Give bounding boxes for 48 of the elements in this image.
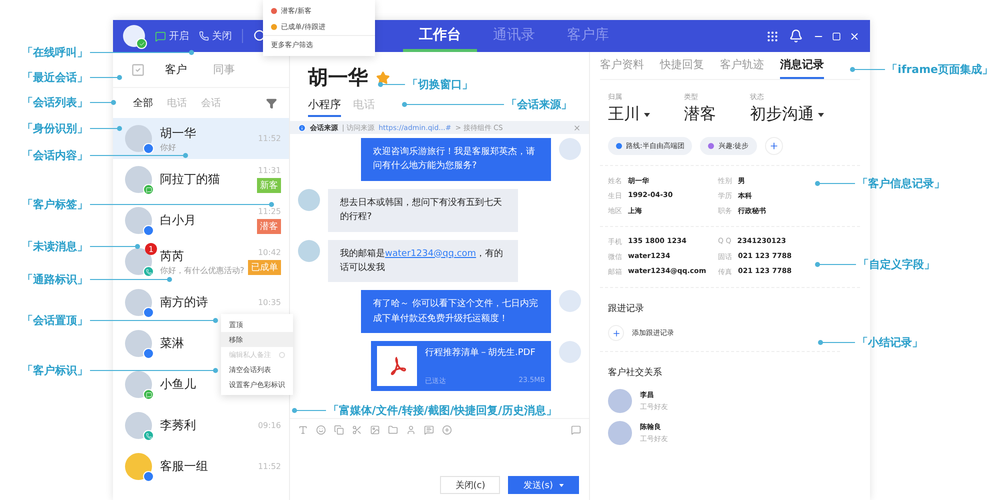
callout-label: 「客户标识」 (22, 363, 88, 378)
message-bubble: 我的邮箱是water1234@qq.com，有的话可以发我 (328, 240, 518, 282)
session-time: 11:31 (258, 166, 281, 175)
callout-label: 「iframe页面集成」 (886, 62, 993, 77)
callout-label: 「最近会话」 (22, 70, 88, 85)
callout-label: 「身份识别」 (22, 121, 88, 136)
callout-label: 「客户标签」 (22, 197, 88, 212)
session-name: 胡一华 (160, 124, 196, 142)
message-bubble: 想去日本或韩国，想问下有没有五到七天的行程? (328, 188, 518, 232)
session-time: 10:35 (258, 298, 281, 307)
session-name: 李莠利 (160, 417, 196, 434)
session-preview: 你好 (160, 142, 176, 152)
customer-tag: 新客 (257, 178, 281, 193)
session-name: 客服一组 (160, 458, 208, 475)
callout-label: 「会话内容」 (22, 148, 88, 163)
session-name: 小鱼儿 (160, 376, 196, 393)
callout-label: 「会话来源」 (506, 97, 572, 112)
callout-label: 「在线呼叫」 (22, 45, 88, 60)
file-name: 行程推荐清单－胡先生.PDF (425, 346, 536, 360)
callout-label: 「富媒体/文件/转接/截图/快捷回复/历史消息」 (328, 403, 557, 418)
section-title: 客户社交关系 (607, 366, 663, 380)
session-name: 阿拉丁的猫 (160, 171, 220, 188)
session-name: 南方的诗 (160, 294, 208, 311)
session-time: 09:16 (258, 421, 281, 430)
message-bubble: 欢迎咨询乐游旅行！我是客服郑英杰，请问有什么地方能为您服务? (361, 138, 551, 181)
callout-label: 「小结记录」 (857, 335, 923, 350)
callout-label: 「客户信息记录」 (857, 176, 945, 191)
section-title: 跟进记录 (607, 302, 645, 316)
session-time: 11:52 (258, 134, 281, 143)
session-name: 白小月 (160, 212, 196, 229)
callout-label: 「切换窗口」 (407, 77, 473, 92)
callout-label: 「通路标识」 (22, 272, 88, 287)
session-name: 菜淋 (160, 335, 184, 352)
callout-label: 「未读消息」 (22, 239, 88, 254)
callout-label: 「会话置顶」 (22, 313, 88, 328)
session-time: 11:25 (258, 207, 281, 216)
field-value: 潜客 (684, 104, 716, 125)
callout-label: 「自定义字段」 (858, 257, 935, 272)
customer-tag: 潜客 (257, 219, 281, 234)
session-time: 11:52 (258, 462, 281, 471)
callout-label: 「会话列表」 (22, 95, 88, 110)
customer-tag: 已成单 (248, 260, 281, 275)
chat-title: 胡一华 (308, 64, 368, 91)
session-preview: 你好，有什么优惠活动? (160, 264, 244, 276)
unread-badge: 1 (145, 243, 157, 255)
session-name: 芮芮 (160, 248, 184, 264)
message-bubble: 有了哈～ 你可以看下这个文件，七日内完成下单付款还免费升级托运额度！ (361, 290, 551, 334)
session-time: 10:42 (258, 248, 281, 257)
